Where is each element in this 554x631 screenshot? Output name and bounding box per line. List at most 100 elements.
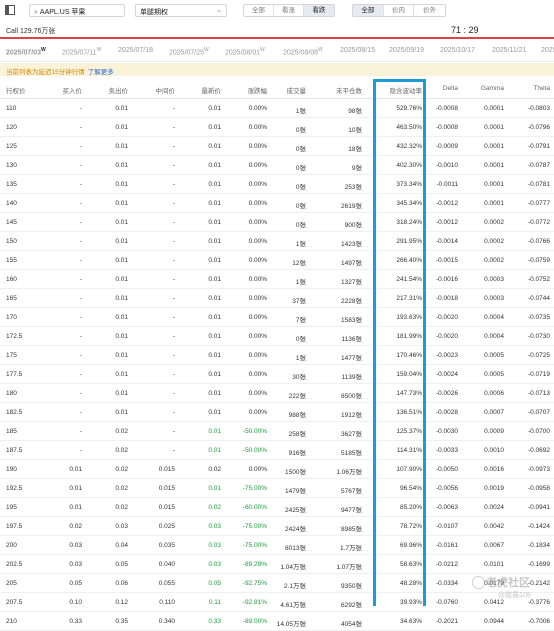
table-cell: 187.5: [6, 447, 23, 454]
table-row[interactable]: 182.5 - 0.01 - 0.01 0.00% 988张 1912张 136.51% -0.0…: [0, 403, 554, 422]
table-cell: 0.02: [115, 466, 128, 473]
table-cell: -0.0056: [435, 485, 458, 492]
table-cell: -: [79, 409, 82, 416]
column-header[interactable]: 最新价: [182, 85, 222, 95]
weekly-marker: W: [204, 47, 209, 53]
table-cell: 0.04: [115, 542, 128, 549]
expiry-tab-2[interactable]: 2025/07/18: [118, 47, 153, 54]
table-row[interactable]: 175 - 0.01 - 0.01 0.00% 1张 1477张 170.46% -0.0023 0…: [0, 346, 554, 365]
column-header[interactable]: Gamma: [464, 85, 504, 92]
table-row[interactable]: 180 - 0.01 - 0.01 0.00% 222张 8500张 147.73% -0.002…: [0, 384, 554, 403]
moneyness-otm-button[interactable]: 价外: [414, 5, 445, 16]
table-cell: 0.00%: [248, 257, 267, 264]
table-cell: 0.06: [115, 580, 128, 587]
table-cell: 5767张: [341, 488, 362, 495]
table-row[interactable]: 195 0.01 0.02 0.015 0.02 -60.00% 2425张 9477张 85.…: [0, 498, 554, 517]
table-cell: -0.1699: [527, 561, 550, 568]
expiry-tab-4[interactable]: 2025/08/01W: [225, 47, 265, 56]
table-cell: 0.12: [115, 599, 128, 606]
table-row[interactable]: 110 - 0.01 - 0.01 0.00% 1张 98张 529.76% -0.0008 0.0…: [0, 99, 554, 118]
column-header[interactable]: 成交量: [272, 85, 307, 95]
table-cell: 1327张: [341, 279, 362, 286]
column-header[interactable]: 卖出价: [88, 85, 129, 95]
table-cell: 78.72%: [399, 523, 422, 530]
expiry-tab-8[interactable]: 2025/10/17: [440, 47, 475, 54]
table-row[interactable]: 200 0.03 0.04 0.035 0.03 -75.00% 8013张 1.7万张 69.…: [0, 536, 554, 555]
table-cell: 432.32%: [396, 143, 422, 150]
table-cell: 0.01: [115, 371, 128, 378]
table-row[interactable]: 177.5 - 0.01 - 0.01 0.00% 30张 1139张 159.04% -0.00…: [0, 365, 554, 384]
table-row[interactable]: 197.5 0.02 0.03 0.025 0.03 -75.00% 2424张 8985张 7…: [0, 517, 554, 536]
table-row[interactable]: 202.5 0.03 0.05 0.040 0.03 -89.29% 1.04万张 1.07万…: [0, 555, 554, 574]
expiry-tab-10[interactable]: 2025: [541, 47, 554, 54]
column-header[interactable]: 中间价: [135, 85, 176, 95]
table-row[interactable]: 165 - 0.01 - 0.01 0.00% 37张 2228张 217.31% -0.0018…: [0, 289, 554, 308]
table-cell: 1张: [295, 355, 306, 362]
table-cell: 0.10: [69, 599, 82, 606]
table-row[interactable]: 120 - 0.01 - 0.01 0.00% 0张 10张 463.50% -0.0008 0.0…: [0, 118, 554, 137]
table-row[interactable]: 155 - 0.01 - 0.01 0.00% 12张 1497张 266.40% -0.0015…: [0, 251, 554, 270]
table-cell: -89.29%: [242, 561, 267, 568]
table-cell: 0.0002: [484, 257, 504, 264]
table-row[interactable]: 150 - 0.01 - 0.01 0.00% 1张 1423张 291.95% -0.0014 0…: [0, 232, 554, 251]
column-header[interactable]: 买入价: [40, 85, 83, 95]
table-row[interactable]: 170 - 0.01 - 0.01 0.00% 7张 1583张 193.63% -0.0020 0…: [0, 308, 554, 327]
expiry-tab-7[interactable]: 2025/09/19: [389, 47, 424, 54]
table-row[interactable]: 160 - 0.01 - 0.01 0.00% 1张 1327张 241.54% -0.0016 0…: [0, 270, 554, 289]
expiry-tab-6[interactable]: 2025/08/15: [340, 47, 375, 54]
table-row[interactable]: 185 - 0.02 - 0.01 -50.00% 258张 3627张 125.37% -0.0…: [0, 422, 554, 441]
table-cell: 0.00%: [248, 162, 267, 169]
table-cell: -0.0028: [435, 409, 458, 416]
table-cell: 5185张: [341, 450, 362, 457]
sidebar-toggle-icon[interactable]: [5, 5, 15, 15]
table-row[interactable]: 130 - 0.01 - 0.01 0.00% 0张 9张 402.30% -0.0010 0.00…: [0, 156, 554, 175]
option-type-select[interactable]: 单腿期权 ⌄: [135, 4, 227, 17]
table-cell: 0.01: [115, 352, 128, 359]
column-header[interactable]: 涨跌幅: [225, 85, 268, 95]
table-cell: 0.01: [115, 257, 128, 264]
column-header[interactable]: 行权价: [6, 85, 36, 95]
table-cell: -0.0772: [527, 219, 550, 226]
table-cell: -0.0803: [527, 105, 550, 112]
expiry-tab-9[interactable]: 2025/11/21: [492, 47, 527, 54]
table-row[interactable]: 205 0.05 0.06 0.055 0.05 -92.75% 2.1万张 9350张 48.…: [0, 574, 554, 593]
table-row[interactable]: 210 0.33 0.35 0.340 0.33 -89.00% 14.05万张 4054张 3…: [0, 612, 554, 631]
table-cell: 0.01: [208, 447, 221, 454]
table-cell: 0.01: [208, 295, 221, 302]
table-row[interactable]: 145 - 0.01 - 0.01 0.00% 0张 900张 318.24% -0.0012 0.…: [0, 213, 554, 232]
expiry-tab-5[interactable]: 2025/08/08W: [283, 47, 323, 56]
expiry-tab-1[interactable]: 2025/07/11W: [62, 47, 101, 56]
table-cell: 0.0042: [484, 523, 504, 530]
table-row[interactable]: 207.5 0.10 0.12 0.110 0.11 -92.81% 4.61万张 6292张…: [0, 593, 554, 612]
column-header[interactable]: Delta: [426, 85, 458, 92]
expiry-tab-0[interactable]: 2025/07/03W: [6, 47, 46, 56]
filter-call-button[interactable]: 看涨: [274, 5, 304, 16]
column-header[interactable]: 未平仓数: [318, 85, 362, 95]
table-cell: 1136张: [341, 336, 362, 343]
learn-more-link[interactable]: 了解更多: [88, 69, 114, 76]
table-cell: 0.01: [208, 219, 221, 226]
column-header[interactable]: Theta: [508, 85, 550, 92]
table-cell: 0.0004: [484, 333, 504, 340]
moneyness-itm-button[interactable]: 价内: [384, 5, 415, 16]
table-cell: -0.0692: [527, 447, 550, 454]
table-row[interactable]: 190 0.01 0.02 0.015 0.02 0.00% 1500张 1.06万张 107.…: [0, 460, 554, 479]
search-input[interactable]: ⌕ AAPL.US 苹果: [29, 4, 125, 17]
table-cell: 0.01: [208, 371, 221, 378]
table-row[interactable]: 135 - 0.01 - 0.01 0.00% 0张 253张 373.34% -0.0011 0.…: [0, 175, 554, 194]
table-cell: 0.01: [115, 276, 128, 283]
filter-put-button[interactable]: 看跌: [304, 5, 334, 16]
table-cell: 8013张: [285, 545, 306, 552]
expiry-tab-label: 2025/08/08: [283, 49, 319, 57]
expiry-tab-3[interactable]: 2025/07/25W: [169, 47, 209, 56]
table-row[interactable]: 187.5 - 0.02 - 0.01 -50.00% 916张 5185张 114.31% -0…: [0, 441, 554, 460]
table-row[interactable]: 192.5 0.01 0.02 0.015 0.01 -75.00% 1479张 5767张 9…: [0, 479, 554, 498]
moneyness-all-button[interactable]: 全部: [353, 5, 384, 16]
table-cell: 0.03: [115, 523, 128, 530]
table-row[interactable]: 172.5 - 0.01 - 0.01 0.00% 0张 1136张 181.99% -0.002…: [0, 327, 554, 346]
filter-all-button[interactable]: 全部: [244, 5, 274, 16]
table-cell: 2228张: [341, 298, 362, 305]
table-row[interactable]: 140 - 0.01 - 0.01 0.00% 0张 2619张 345.34% -0.0012 0…: [0, 194, 554, 213]
column-header[interactable]: 隐含波动率: [376, 85, 423, 95]
table-row[interactable]: 125 - 0.01 - 0.01 0.00% 0张 18张 432.32% -0.0009 0.0…: [0, 137, 554, 156]
